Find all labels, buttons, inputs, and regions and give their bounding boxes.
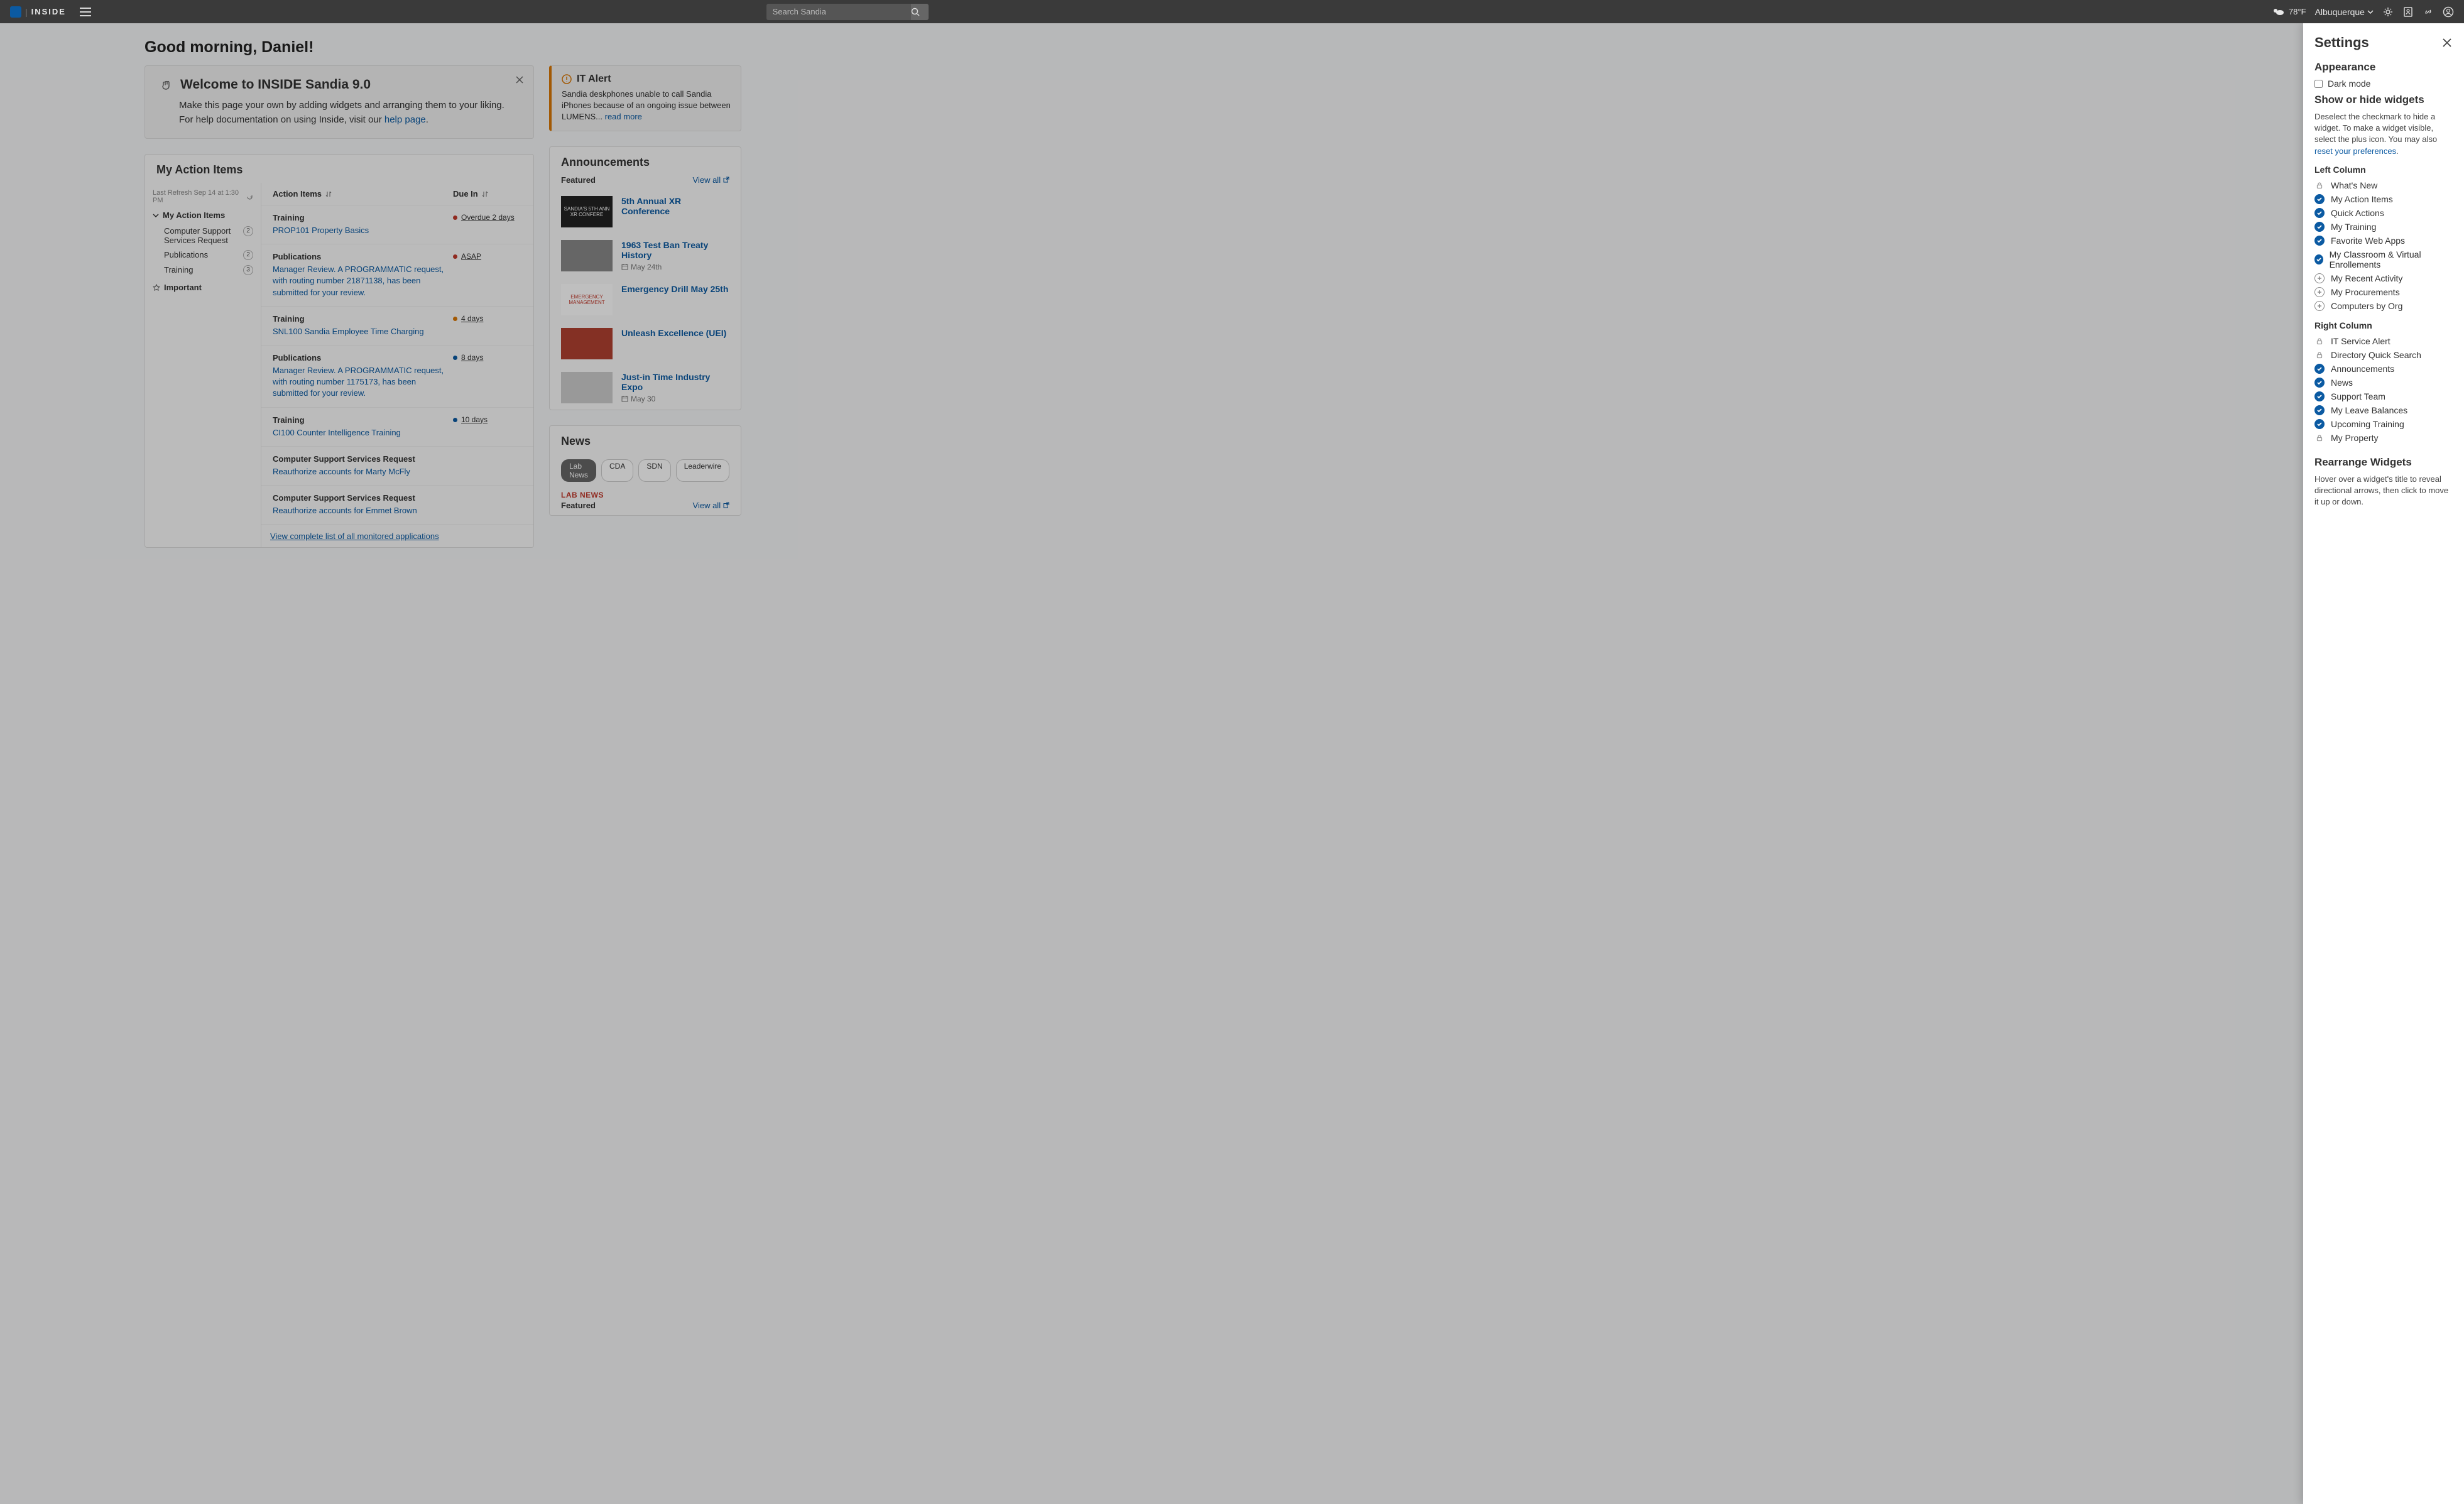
dim-overlay[interactable] [0,23,2464,1504]
check-icon [2314,364,2325,374]
menu-icon[interactable] [80,8,91,16]
widget-toggle-row[interactable]: My Action Items [2314,192,2453,206]
widget-label: Announcements [2331,364,2394,374]
check-icon [2314,405,2325,415]
widget-label: Directory Quick Search [2331,350,2421,360]
brand[interactable]: | INSIDE [10,6,66,18]
weather-icon [2271,7,2285,17]
widget-toggle-row[interactable]: My Classroom & Virtual Enrollements [2314,248,2453,271]
widget-label: What's New [2331,180,2377,190]
lock-icon [2314,180,2325,190]
check-icon [2314,208,2325,218]
widget-toggle-row[interactable]: Computers by Org [2314,299,2453,313]
dark-mode-checkbox[interactable] [2314,80,2323,88]
widget-label: My Action Items [2331,194,2393,204]
link-icon[interactable] [2423,6,2434,18]
widget-label: Computers by Org [2331,301,2402,311]
right-column-label: Right Column [2314,320,2453,330]
widget-label: My Training [2331,222,2376,232]
reset-preferences-link[interactable]: reset your preferences [2314,146,2396,156]
brand-text: INSIDE [31,7,66,16]
widget-label: Favorite Web Apps [2331,236,2405,246]
widget-toggle-row[interactable]: Support Team [2314,390,2453,403]
topbar: | INSIDE 78°F Albuquerque [0,0,2464,23]
widget-toggle-row[interactable]: My Procurements [2314,285,2453,299]
search-button[interactable] [911,4,929,20]
location-selector[interactable]: Albuquerque [2315,7,2374,17]
directory-icon[interactable] [2402,6,2414,18]
widget-toggle-row: IT Service Alert [2314,334,2453,348]
rearrange-heading: Rearrange Widgets [2314,456,2453,469]
left-column-label: Left Column [2314,165,2453,175]
lock-icon [2314,336,2325,346]
show-hide-help: Deselect the checkmark to hide a widget.… [2314,111,2453,157]
search [766,4,929,20]
widget-toggle-row[interactable]: Upcoming Training [2314,417,2453,431]
location-label: Albuquerque [2315,7,2365,17]
close-icon[interactable] [2441,37,2453,48]
temperature: 78°F [2289,7,2306,16]
brand-separator: | [25,7,28,17]
check-icon [2314,378,2325,388]
lock-icon [2314,350,2325,360]
widget-label: IT Service Alert [2331,336,2390,346]
lock-icon [2314,433,2325,443]
widget-toggle-row[interactable]: News [2314,376,2453,390]
widget-toggle-row: What's New [2314,178,2453,192]
widget-toggle-row[interactable]: Announcements [2314,362,2453,376]
widget-label: Upcoming Training [2331,419,2404,429]
plus-icon [2314,273,2325,283]
gear-icon[interactable] [2382,6,2394,18]
check-icon [2314,254,2323,264]
widget-label: My Property [2331,433,2378,443]
widget-toggle-row[interactable]: My Recent Activity [2314,271,2453,285]
settings-title: Settings [2314,35,2369,51]
settings-drawer: Settings Appearance Dark mode Show or hi… [2303,23,2464,1504]
rearrange-help: Hover over a widget's title to reveal di… [2314,474,2453,508]
widget-label: My Recent Activity [2331,273,2402,283]
show-hide-heading: Show or hide widgets [2314,94,2453,106]
widget-label: My Leave Balances [2331,405,2407,415]
dark-mode-label: Dark mode [2328,79,2370,89]
check-icon [2314,222,2325,232]
check-icon [2314,391,2325,401]
widget-toggle-row[interactable]: My Training [2314,220,2453,234]
brand-logo-icon [10,6,21,18]
plus-icon [2314,287,2325,297]
appearance-heading: Appearance [2314,61,2453,74]
user-icon[interactable] [2443,6,2454,18]
check-icon [2314,194,2325,204]
widget-toggle-row: My Property [2314,431,2453,445]
help-suffix: . [2396,146,2399,156]
widget-toggle-row[interactable]: Quick Actions [2314,206,2453,220]
chevron-down-icon [2367,10,2374,14]
help-prefix: Deselect the checkmark to hide a widget.… [2314,112,2437,144]
check-icon [2314,419,2325,429]
widget-label: News [2331,378,2353,388]
widget-toggle-row: Directory Quick Search [2314,348,2453,362]
check-icon [2314,236,2325,246]
widget-label: Support Team [2331,391,2385,401]
widget-label: Quick Actions [2331,208,2384,218]
plus-icon [2314,301,2325,311]
widget-toggle-row[interactable]: Favorite Web Apps [2314,234,2453,248]
widget-label: My Procurements [2331,287,2400,297]
widget-toggle-row[interactable]: My Leave Balances [2314,403,2453,417]
topbar-right: 78°F Albuquerque [2271,6,2454,18]
search-input[interactable] [766,4,911,20]
widget-label: My Classroom & Virtual Enrollements [2330,249,2453,270]
dark-mode-toggle[interactable]: Dark mode [2314,79,2453,89]
weather[interactable]: 78°F [2271,7,2306,17]
